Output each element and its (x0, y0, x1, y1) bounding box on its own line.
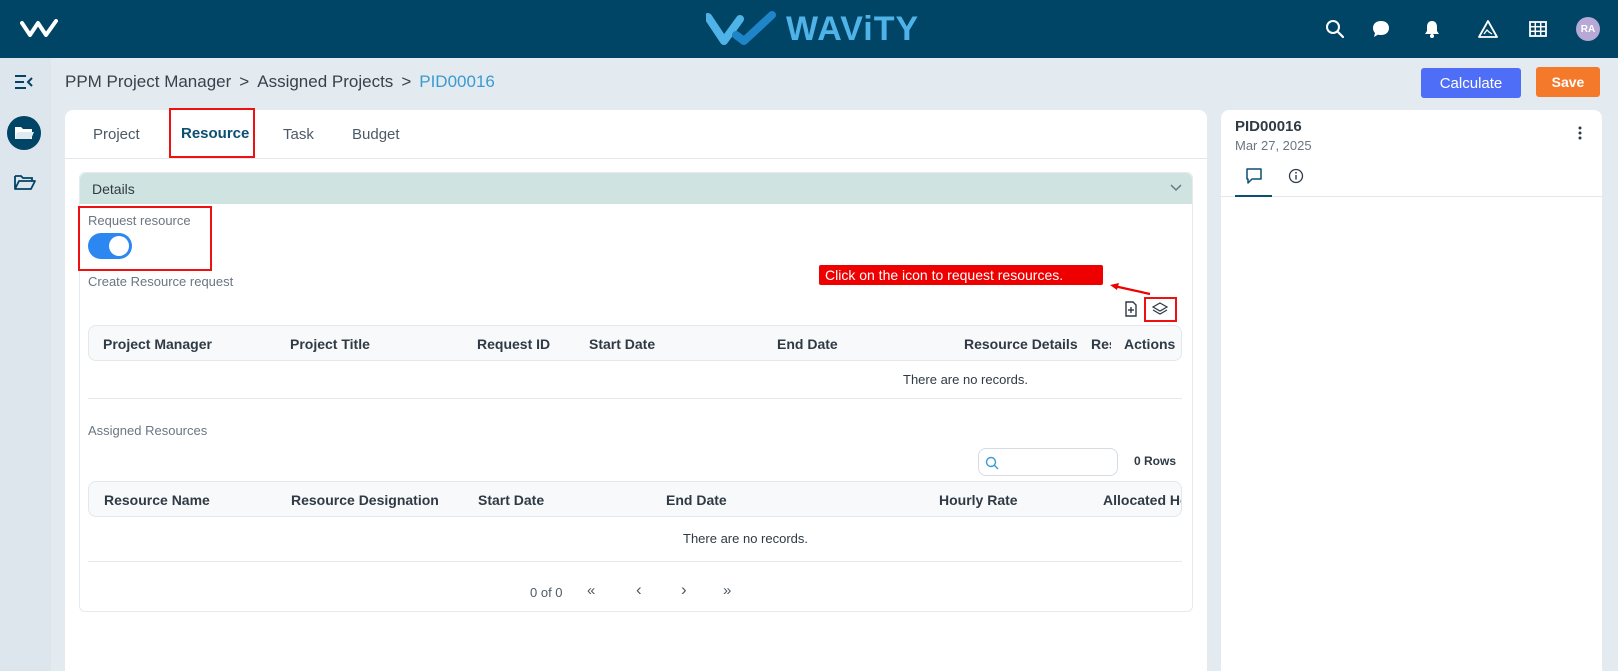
rows-count: 0 Rows (1134, 454, 1177, 468)
app-logo-icon[interactable] (20, 19, 58, 39)
tab-task[interactable]: Task (283, 126, 314, 143)
divider (88, 561, 1182, 562)
request-resource-label: Request resource (88, 213, 191, 228)
col-request-id[interactable]: Request ID (477, 336, 550, 352)
left-rail (0, 58, 51, 671)
breadcrumb-item[interactable]: Assigned Projects (257, 72, 393, 92)
search-icon (985, 456, 999, 470)
col-start-date[interactable]: Start Date (589, 336, 655, 352)
search-icon[interactable] (1325, 19, 1345, 39)
instruction-callout: Click on the icon to request resources. (819, 265, 1103, 285)
details-section: Details (79, 172, 1193, 612)
grid-apps-icon[interactable] (1528, 19, 1548, 39)
save-button[interactable]: Save (1536, 67, 1600, 97)
user-avatar[interactable]: RA (1576, 17, 1600, 41)
col-res[interactable]: Res (1091, 336, 1111, 352)
breadcrumb-separator: > (239, 72, 250, 91)
callout-arrow-icon (1110, 283, 1151, 296)
breadcrumb: PPM Project Manager > Assigned Projects … (65, 72, 495, 92)
nav-projects-active[interactable] (7, 116, 41, 150)
col-resource-designation[interactable]: Resource Designation (291, 492, 439, 508)
bell-icon[interactable] (1422, 19, 1442, 39)
col-project-title[interactable]: Project Title (290, 336, 370, 352)
request-resources-icon[interactable] (1152, 302, 1168, 316)
col-end-date[interactable]: End Date (777, 336, 838, 352)
first-page-button[interactable]: « (587, 582, 595, 599)
request-table-header: Project Manager Project Title Request ID… (88, 325, 1182, 361)
side-panel-date: Mar 27, 2025 (1235, 138, 1312, 153)
breadcrumb-item[interactable]: PPM Project Manager (65, 72, 231, 92)
last-page-button[interactable]: » (723, 582, 731, 599)
chevron-down-icon[interactable] (1170, 182, 1182, 192)
col-resource-details[interactable]: Resource Details (964, 336, 1078, 352)
side-tab-active-indicator (1235, 195, 1272, 197)
collapse-menu-icon[interactable] (14, 74, 34, 90)
side-panel: PID00016 Mar 27, 2025 (1221, 110, 1602, 671)
request-resource-toggle[interactable] (88, 233, 132, 259)
calculate-button[interactable]: Calculate (1421, 68, 1521, 98)
alert-triangle-icon[interactable] (1478, 19, 1498, 39)
brand-logo: WAViTY (706, 8, 919, 50)
search-input[interactable] (1003, 453, 1111, 471)
col-resource-name[interactable]: Resource Name (104, 492, 210, 508)
comment-icon[interactable] (1245, 167, 1263, 185)
highlight-resource-tab (169, 108, 255, 158)
assigned-table-header: Resource Name Resource Designation Start… (88, 481, 1182, 517)
col-end-date[interactable]: End Date (666, 492, 727, 508)
col-start-date[interactable]: Start Date (478, 492, 544, 508)
details-header[interactable]: Details (80, 173, 1192, 204)
info-icon[interactable] (1288, 168, 1304, 184)
breadcrumb-separator: > (401, 72, 412, 91)
toggle-knob (109, 236, 129, 256)
chat-icon[interactable] (1371, 19, 1391, 39)
col-project-manager[interactable]: Project Manager (103, 336, 212, 352)
col-allocated-hours[interactable]: Allocated Hou (1103, 492, 1181, 508)
brand-mark-icon (706, 11, 776, 45)
export-file-icon[interactable] (1124, 301, 1138, 317)
top-bar: WAViTY RA (0, 0, 1618, 58)
create-request-label: Create Resource request (88, 274, 234, 289)
pagination-status: 0 of 0 (530, 585, 563, 600)
divider (88, 398, 1182, 399)
prev-page-button[interactable]: ‹ (636, 580, 642, 600)
next-page-button[interactable]: › (681, 580, 687, 600)
request-table-empty: There are no records. (903, 372, 1029, 387)
col-actions[interactable]: Actions (1124, 336, 1175, 352)
details-title: Details (92, 181, 135, 197)
more-vertical-icon[interactable] (1578, 126, 1582, 140)
brand-name: WAViTY (786, 9, 920, 48)
col-hourly-rate[interactable]: Hourly Rate (939, 492, 1018, 508)
breadcrumb-current: PID00016 (419, 72, 495, 91)
folder-icon[interactable] (14, 174, 36, 191)
side-panel-tabs (1221, 160, 1602, 197)
tab-project[interactable]: Project (93, 126, 140, 143)
search-box[interactable] (978, 448, 1118, 476)
side-panel-title: PID00016 (1235, 118, 1302, 135)
assigned-table-empty: There are no records. (683, 531, 809, 546)
folder-open-icon (15, 127, 34, 139)
assigned-resources-label: Assigned Resources (88, 423, 208, 438)
tab-budget[interactable]: Budget (352, 126, 400, 143)
